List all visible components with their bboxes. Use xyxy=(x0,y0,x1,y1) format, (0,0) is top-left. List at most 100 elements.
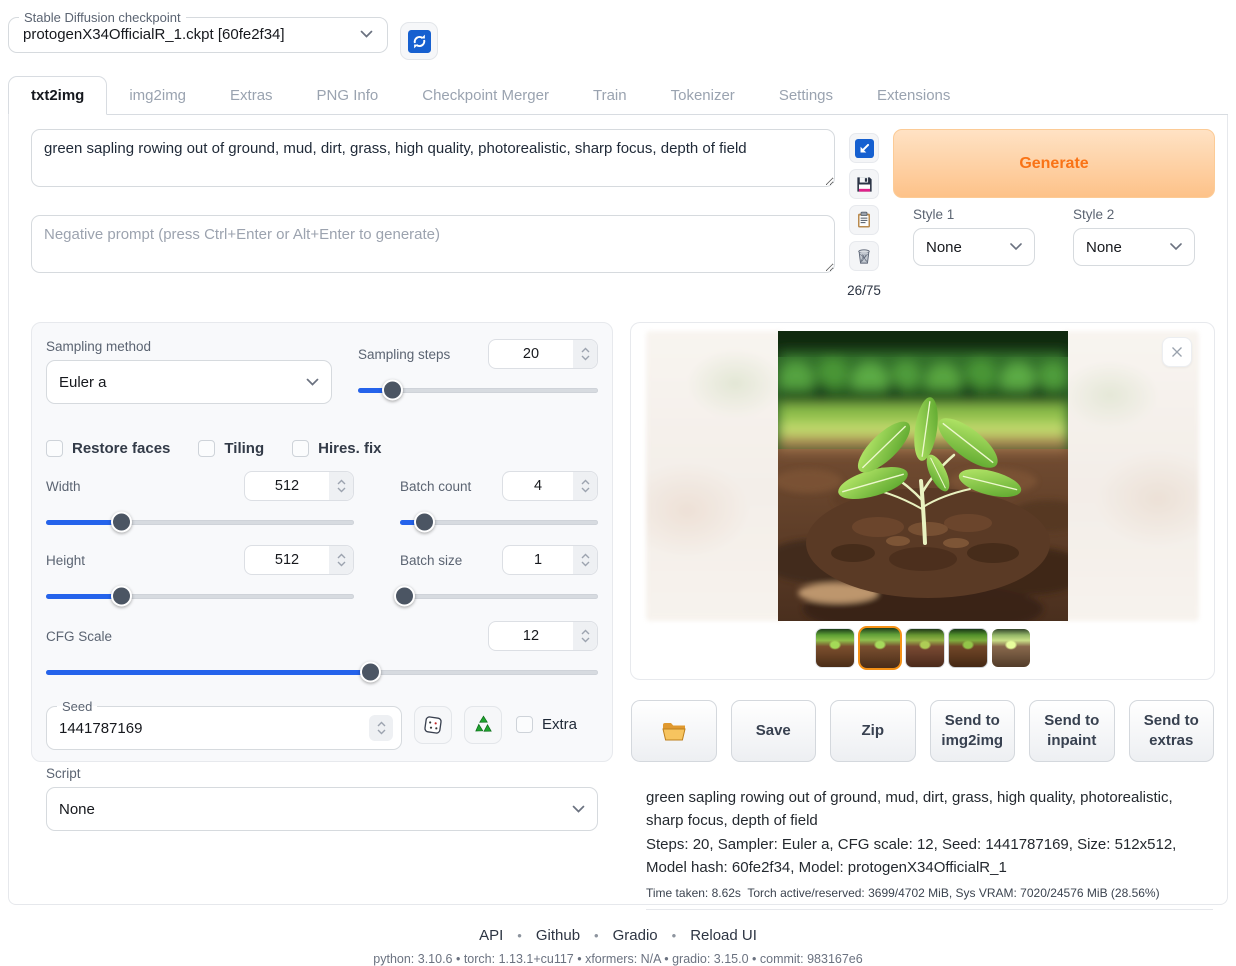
stepper-arrows-icon[interactable] xyxy=(329,546,353,574)
save-style-button[interactable] xyxy=(849,169,879,199)
style2-dropdown[interactable]: None xyxy=(1073,228,1195,266)
style1-dropdown[interactable]: None xyxy=(913,228,1035,266)
seed-value: 1441787169 xyxy=(59,720,142,737)
checkbox-box[interactable] xyxy=(292,440,309,457)
generate-button[interactable]: Generate xyxy=(893,129,1215,198)
adjacent-image-left[interactable] xyxy=(646,331,783,621)
stepper-arrows-icon[interactable] xyxy=(573,546,597,574)
batch-count-label: Batch count xyxy=(400,479,471,494)
cfg-scale-label: CFG Scale xyxy=(46,629,112,644)
version-info: python: 3.10.6 • torch: 1.13.1+cu117 • x… xyxy=(8,952,1228,966)
save-button[interactable]: Save xyxy=(731,700,817,762)
style2-value: None xyxy=(1086,239,1122,256)
restore-faces-checkbox[interactable]: Restore faces xyxy=(46,440,170,457)
prompt-toolbar: 26/75 xyxy=(847,129,881,298)
tab-checkpoint-merger[interactable]: Checkpoint Merger xyxy=(400,77,571,114)
zip-button[interactable]: Zip xyxy=(830,700,916,762)
checkbox-box[interactable] xyxy=(46,440,63,457)
tiling-checkbox[interactable]: Tiling xyxy=(198,440,264,457)
checkpoint-dropdown[interactable]: Stable Diffusion checkpoint protogenX34O… xyxy=(8,10,388,53)
send-to-img2img-button[interactable]: Send to img2img xyxy=(930,700,1016,762)
apply-style-button[interactable] xyxy=(849,205,879,235)
batch-size-input[interactable]: 1 xyxy=(502,545,598,575)
reuse-seed-button[interactable] xyxy=(464,706,502,744)
refresh-icon xyxy=(408,30,431,53)
footer-link-api[interactable]: API xyxy=(479,927,503,944)
refresh-checkpoints-button[interactable] xyxy=(400,22,438,60)
extra-seed-checkbox[interactable]: Extra xyxy=(516,716,577,733)
hires-fix-label: Hires. fix xyxy=(318,440,381,457)
tab-settings[interactable]: Settings xyxy=(757,77,855,114)
height-input[interactable]: 512 xyxy=(244,545,354,575)
tab-img2img[interactable]: img2img xyxy=(107,77,208,114)
paste-params-button[interactable] xyxy=(849,133,879,163)
footer-link-gradio[interactable]: Gradio xyxy=(613,927,658,944)
batch-count-value: 4 xyxy=(503,472,573,500)
chevron-down-icon xyxy=(360,30,373,39)
height-value: 512 xyxy=(245,546,329,574)
random-seed-button[interactable] xyxy=(414,706,452,744)
height-slider[interactable] xyxy=(46,587,354,605)
script-dropdown[interactable]: None xyxy=(46,787,598,831)
tab-train[interactable]: Train xyxy=(571,77,649,114)
chevron-down-icon xyxy=(1010,243,1022,251)
height-label: Height xyxy=(46,553,85,568)
output-panel: Save Zip Send to img2img Send to inpaint… xyxy=(630,322,1215,910)
send-to-inpaint-button[interactable]: Send to inpaint xyxy=(1029,700,1115,762)
batch-count-slider[interactable] xyxy=(400,513,598,531)
footer-link-reload-ui[interactable]: Reload UI xyxy=(690,927,757,944)
width-slider[interactable] xyxy=(46,513,354,531)
send-to-extras-button[interactable]: Send to extras xyxy=(1129,700,1215,762)
bullet-separator: • xyxy=(594,928,599,943)
seed-input[interactable]: Seed 1441787169 xyxy=(46,699,402,750)
stepper-arrows-icon[interactable] xyxy=(573,472,597,500)
thumbnail-5[interactable] xyxy=(991,628,1031,668)
checkbox-box[interactable] xyxy=(198,440,215,457)
generated-image[interactable] xyxy=(778,331,1068,621)
stepper-arrows-icon[interactable] xyxy=(369,715,393,741)
txt2img-panel: green sapling rowing out of ground, mud,… xyxy=(8,115,1228,905)
token-counter: 26/75 xyxy=(847,283,881,298)
open-folder-button[interactable] xyxy=(631,700,717,762)
seed-label: Seed xyxy=(57,699,97,714)
sampling-method-dropdown[interactable]: Euler a xyxy=(46,360,332,404)
trash-icon xyxy=(855,247,873,265)
stepper-arrows-icon[interactable] xyxy=(329,472,353,500)
tab-bar: txt2img img2img Extras PNG Info Checkpoi… xyxy=(8,76,1228,115)
tiling-label: Tiling xyxy=(224,440,264,457)
sampling-steps-input[interactable]: 20 xyxy=(488,339,598,369)
thumbnail-1[interactable] xyxy=(815,628,855,668)
clipboard-icon xyxy=(855,211,873,229)
width-input[interactable]: 512 xyxy=(244,471,354,501)
tab-tokenizer[interactable]: Tokenizer xyxy=(649,77,757,114)
sampling-steps-value: 20 xyxy=(489,340,573,368)
sampling-steps-slider[interactable] xyxy=(358,381,598,399)
cfg-scale-input[interactable]: 12 xyxy=(488,621,598,651)
hires-fix-checkbox[interactable]: Hires. fix xyxy=(292,440,381,457)
tab-extensions[interactable]: Extensions xyxy=(855,77,972,114)
prompt-input[interactable]: green sapling rowing out of ground, mud,… xyxy=(31,129,835,187)
style1-label: Style 1 xyxy=(913,207,1035,222)
tab-txt2img[interactable]: txt2img xyxy=(8,76,107,115)
script-value: None xyxy=(59,801,95,818)
chevron-down-icon xyxy=(572,805,585,814)
thumbnail-4[interactable] xyxy=(948,628,988,668)
batch-size-slider[interactable] xyxy=(400,587,598,605)
clear-prompt-button[interactable] xyxy=(849,241,879,271)
tab-png-info[interactable]: PNG Info xyxy=(295,77,401,114)
restore-faces-label: Restore faces xyxy=(72,440,170,457)
thumbnail-2-selected[interactable] xyxy=(858,626,902,670)
negative-prompt-input[interactable] xyxy=(31,215,835,273)
generation-info: green sapling rowing out of ground, mud,… xyxy=(630,786,1215,910)
close-preview-button[interactable] xyxy=(1162,337,1192,367)
footer-link-github[interactable]: Github xyxy=(536,927,580,944)
checkbox-box[interactable] xyxy=(516,716,533,733)
stepper-arrows-icon[interactable] xyxy=(573,340,597,368)
thumbnail-3[interactable] xyxy=(905,628,945,668)
stepper-arrows-icon[interactable] xyxy=(573,622,597,650)
adjacent-image-right[interactable] xyxy=(1062,331,1199,621)
cfg-scale-slider[interactable] xyxy=(46,663,598,681)
tab-extras[interactable]: Extras xyxy=(208,77,295,114)
batch-count-input[interactable]: 4 xyxy=(502,471,598,501)
gallery-preview xyxy=(630,322,1215,680)
